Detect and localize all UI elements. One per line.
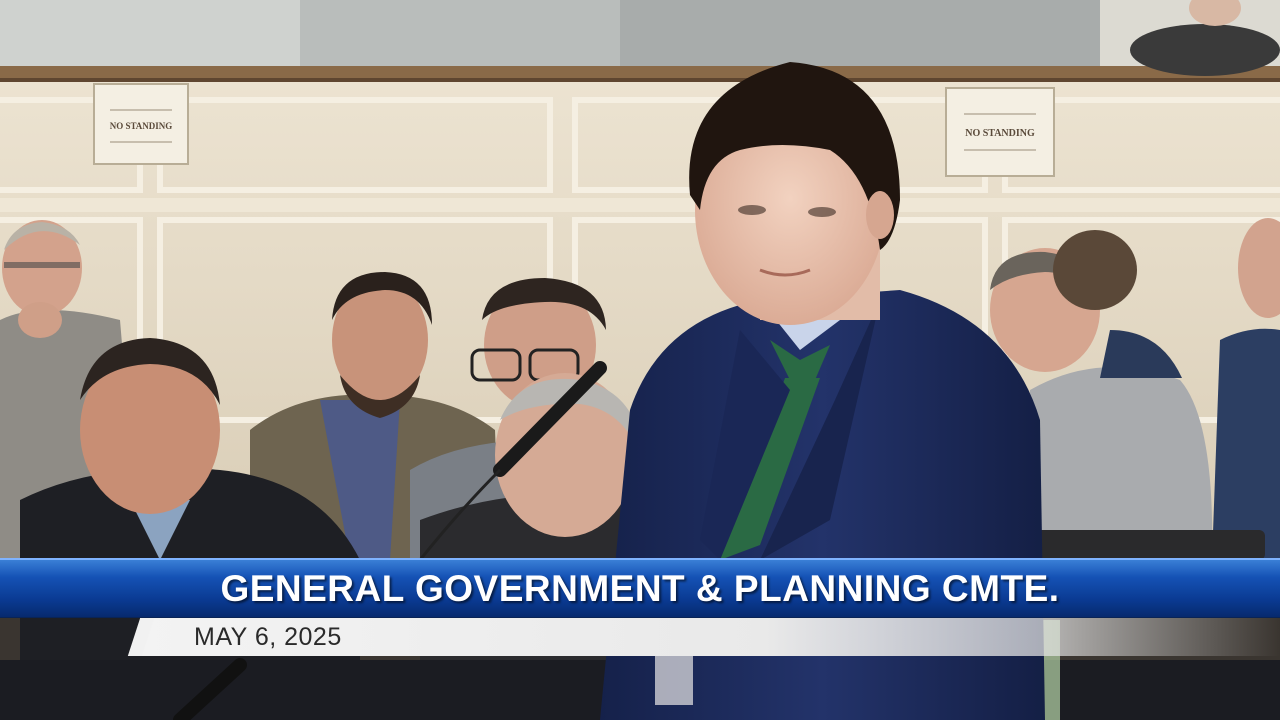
chair-back [1035,530,1265,560]
gallery-spectator [1130,24,1280,76]
no-standing-sign-left-text: NO STANDING [110,121,173,131]
gallery-rail [0,66,1280,80]
no-standing-sign-right-text: NO STANDING [965,128,1035,139]
lower-third-title-bar: GENERAL GOVERNMENT & PLANNING CMTE. [0,558,1280,618]
lower-third-date-bar: MAY 6, 2025 [140,618,1280,656]
lower-third-title: GENERAL GOVERNMENT & PLANNING CMTE. [220,567,1060,609]
no-standing-sign-left: NO STANDING [93,83,189,165]
lower-third-date: MAY 6, 2025 [194,622,342,651]
speaker-badge [655,655,693,705]
no-standing-sign-right: NO STANDING [945,87,1055,177]
